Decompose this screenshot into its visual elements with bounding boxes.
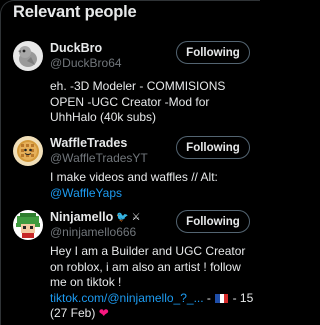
handle[interactable]: @WaffleTradesYT bbox=[50, 151, 148, 166]
bio: eh. -3D Modeler - COMMISIONS OPEN -UGC C… bbox=[50, 79, 255, 126]
name-row: WaffleTrades bbox=[50, 136, 127, 151]
display-name[interactable]: DuckBro bbox=[50, 41, 102, 56]
handle[interactable]: @ninjamello666 bbox=[50, 225, 136, 240]
gray-bird-avatar-icon bbox=[13, 41, 43, 71]
handle[interactable]: @DuckBro64 bbox=[50, 56, 122, 71]
name-row: Ninjamello 🐦 ⚔ bbox=[50, 210, 140, 225]
bio-text: Hey I am a Builder and UGC Creator on ro… bbox=[50, 244, 246, 289]
heart-icon: ❤ bbox=[98, 306, 109, 320]
name-row: DuckBro bbox=[50, 41, 102, 56]
avatar-waffletrades[interactable] bbox=[13, 136, 43, 166]
bio-tiktok-link[interactable]: tiktok.com/@ninjamello_?_... bbox=[50, 291, 204, 305]
bio-separator: - bbox=[203, 290, 215, 305]
following-button[interactable]: Following bbox=[176, 136, 250, 159]
bio: Hey I am a Builder and UGC Creator on ro… bbox=[50, 244, 255, 322]
bio-mention-link[interactable]: @WaffleYaps bbox=[50, 186, 122, 200]
pixel-art-avatar-icon bbox=[13, 210, 43, 240]
bio: I make videos and waffles // Alt: @Waffl… bbox=[50, 170, 255, 201]
following-button[interactable]: Following bbox=[176, 41, 250, 64]
following-button[interactable]: Following bbox=[176, 210, 250, 233]
name-emoji-badges: 🐦 ⚔ bbox=[116, 212, 141, 223]
section-title: Relevant people bbox=[13, 3, 137, 21]
bio-text: eh. -3D Modeler - COMMISIONS OPEN -UGC C… bbox=[50, 79, 226, 124]
display-name[interactable]: WaffleTrades bbox=[50, 136, 127, 151]
avatar-duckbro[interactable] bbox=[13, 41, 43, 71]
france-flag-icon bbox=[215, 293, 229, 303]
avatar-ninjamello[interactable] bbox=[13, 210, 43, 240]
display-name[interactable]: Ninjamello bbox=[50, 210, 113, 225]
relevant-people-panel: Relevant people DuckBro @DuckBro64 Follo… bbox=[0, 0, 260, 325]
waffle-avatar-icon bbox=[13, 136, 43, 166]
bio-text: I make videos and waffles // Alt: bbox=[50, 170, 218, 184]
